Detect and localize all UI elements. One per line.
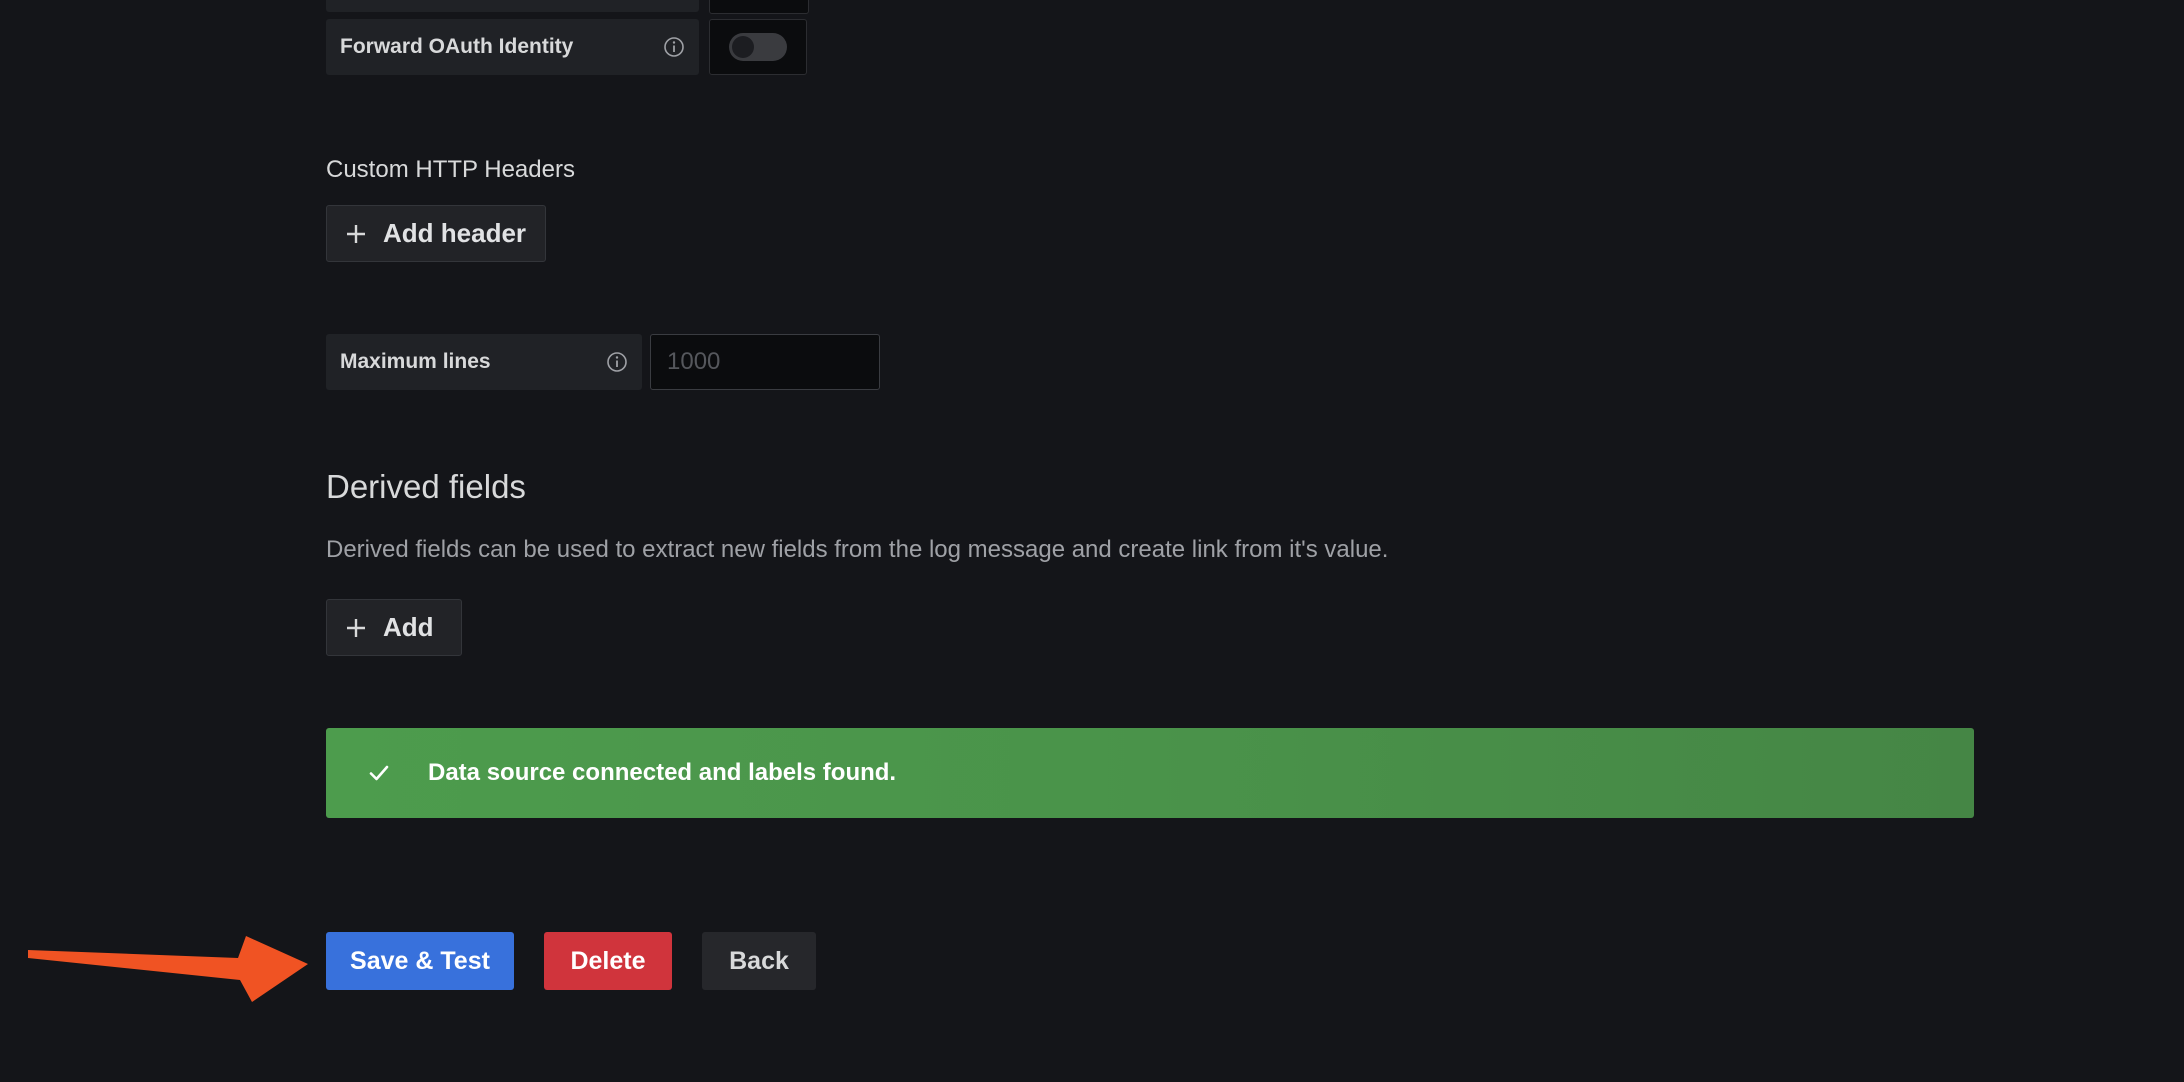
back-label: Back [729,946,789,975]
alert-message: Data source connected and labels found. [428,759,897,786]
max-lines-label: Maximum lines [326,334,642,390]
arrow-right-icon [28,936,308,1002]
derived-fields-title: Derived fields [326,468,526,505]
forward-oauth-label-text: Forward OAuth Identity [340,35,574,58]
save-test-button[interactable]: Save & Test [326,932,514,990]
info-circle-icon[interactable] [606,351,628,373]
delete-label: Delete [570,946,646,975]
toggle-knob [732,36,754,58]
back-button[interactable]: Back [702,932,816,990]
success-alert: Data source connected and labels found. [326,728,1974,818]
forward-oauth-toggle[interactable] [709,19,807,75]
save-test-label: Save & Test [350,946,490,975]
add-header-button[interactable]: Add header [326,205,546,262]
custom-headers-title: Custom HTTP Headers [326,156,575,183]
forward-oauth-label: Forward OAuth Identity [326,19,699,75]
add-derived-field-button[interactable]: Add [326,599,462,656]
plus-icon [347,618,365,637]
delete-button[interactable]: Delete [544,932,672,990]
plus-icon [347,224,365,243]
toggle-track [729,33,787,61]
max-lines-input[interactable] [650,334,880,390]
check-icon [369,765,389,781]
add-header-label: Add header [383,218,527,248]
datasource-settings-page: Forward OAuth Identity Custom HTTP Heade… [0,0,2184,1082]
partial-field-label [326,0,699,12]
add-derived-field-label: Add [383,612,434,642]
derived-fields-description: Derived fields can be used to extract ne… [326,536,1389,563]
max-lines-label-text: Maximum lines [340,350,491,373]
partial-field-toggle[interactable] [709,0,809,14]
info-circle-icon[interactable] [663,36,685,58]
